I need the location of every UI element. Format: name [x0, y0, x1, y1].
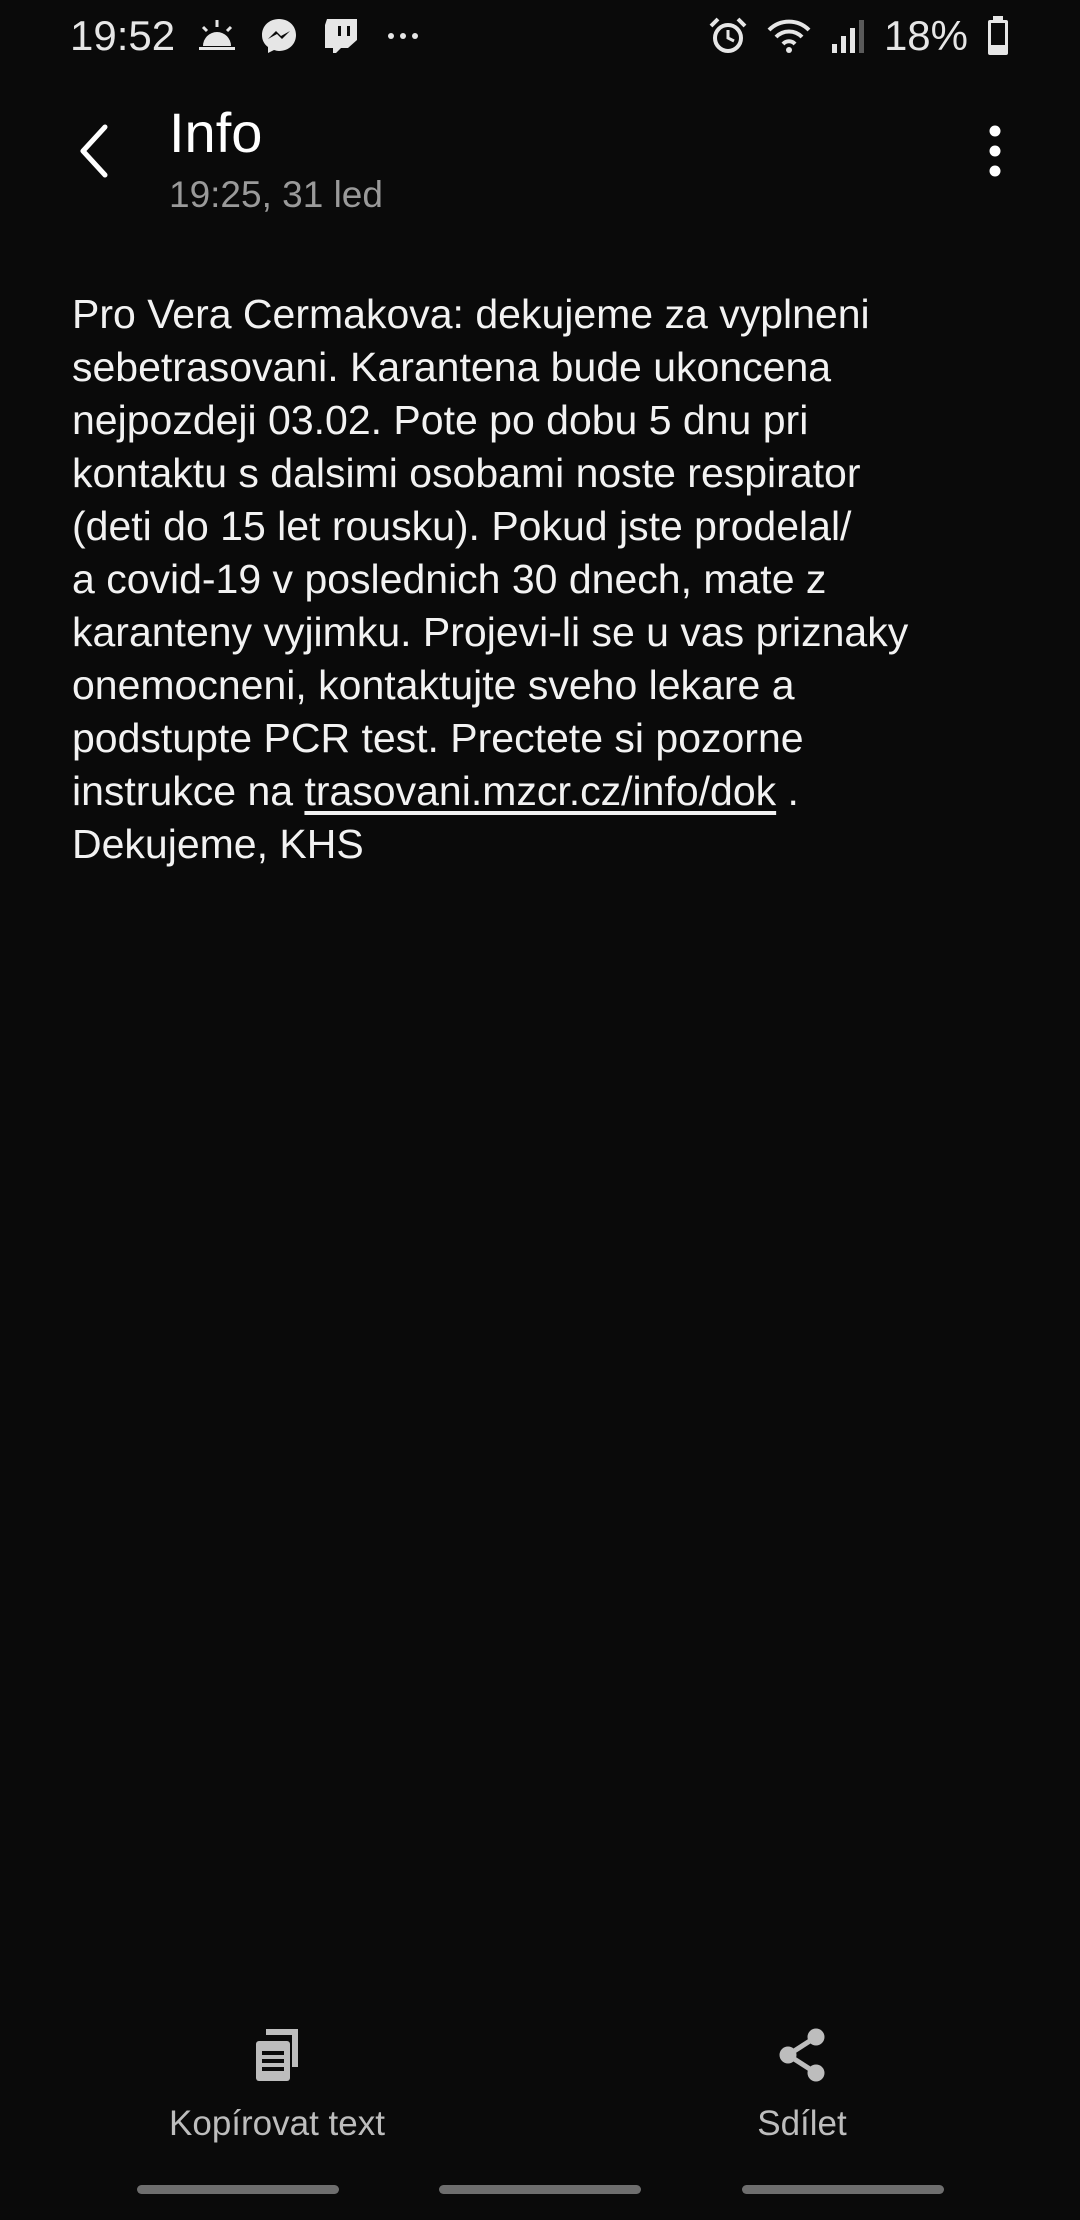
weather-sunrise-icon	[197, 16, 237, 56]
more-notifications-icon	[383, 16, 423, 56]
share-button[interactable]: Sdílet	[622, 2020, 982, 2150]
messenger-icon	[259, 16, 299, 56]
share-label: Sdílet	[757, 2104, 847, 2143]
screen: 19:52 18% Info 19:25, 31 led Pro Vera Ce…	[0, 0, 1080, 2220]
battery-percent: 18%	[883, 12, 968, 59]
nav-home-button[interactable]	[439, 2185, 641, 2194]
more-vertical-icon	[987, 125, 1003, 177]
bottom-action-bar: Kopírovat text Sdílet	[0, 2020, 1080, 2150]
more-options-button[interactable]	[960, 116, 1030, 186]
message-body[interactable]: Pro Vera Cermakova: dekujeme za vyplneni…	[72, 288, 1032, 871]
status-bar: 19:52 18%	[0, 0, 1080, 72]
message-line: (deti do 15 let rousku). Pokud jste prod…	[72, 503, 852, 549]
nav-recent-apps-button[interactable]	[137, 2185, 339, 2194]
message-line: podstupte PCR test. Prectete si pozorne	[72, 715, 804, 761]
message-line: Pro Vera Cermakova: dekujeme za vyplneni	[72, 291, 870, 337]
nav-back-button[interactable]	[742, 2185, 944, 2194]
wifi-icon	[766, 16, 812, 56]
navigation-bar	[0, 2185, 1080, 2205]
link-prefix: instrukce na	[72, 768, 305, 814]
sender-title: Info	[169, 101, 263, 164]
message-line: onemocneni, kontaktujte sveho lekare a	[72, 662, 795, 708]
share-icon	[776, 2020, 828, 2090]
alarm-icon	[708, 16, 748, 56]
back-arrow-icon	[75, 123, 115, 179]
copy-text-label: Kopírovat text	[169, 2104, 385, 2143]
signal-icon	[830, 16, 866, 56]
message-line: karanteny vyjimku. Projevi-li se u vas p…	[72, 609, 909, 655]
twitch-icon	[321, 16, 361, 56]
back-button[interactable]	[60, 116, 130, 186]
message-line: kontaktu s dalsimi osobami noste respira…	[72, 450, 861, 496]
message-signature: Dekujeme, KHS	[72, 821, 364, 867]
battery-icon	[986, 15, 1010, 57]
message-line-with-link: instrukce na trasovani.mzcr.cz/info/dok …	[72, 765, 1032, 818]
tracing-info-link[interactable]: trasovani.mzcr.cz/info/dok	[304, 768, 776, 814]
status-right: 18%	[708, 12, 1010, 60]
link-suffix: .	[776, 768, 799, 814]
copy-text-button[interactable]: Kopírovat text	[97, 2020, 457, 2150]
message-timestamp: 19:25, 31 led	[169, 174, 383, 215]
copy-text-icon	[252, 2020, 302, 2090]
status-time: 19:52	[70, 12, 176, 59]
message-line: nejpozdeji 03.02. Pote po dobu 5 dnu pri	[72, 397, 809, 443]
message-line: a covid-19 v poslednich 30 dnech, mate z	[72, 556, 827, 602]
message-header: Info 19:25, 31 led	[0, 96, 1080, 226]
notification-icons	[197, 16, 423, 56]
message-line: sebetrasovani. Karantena bude ukoncena	[72, 344, 832, 390]
